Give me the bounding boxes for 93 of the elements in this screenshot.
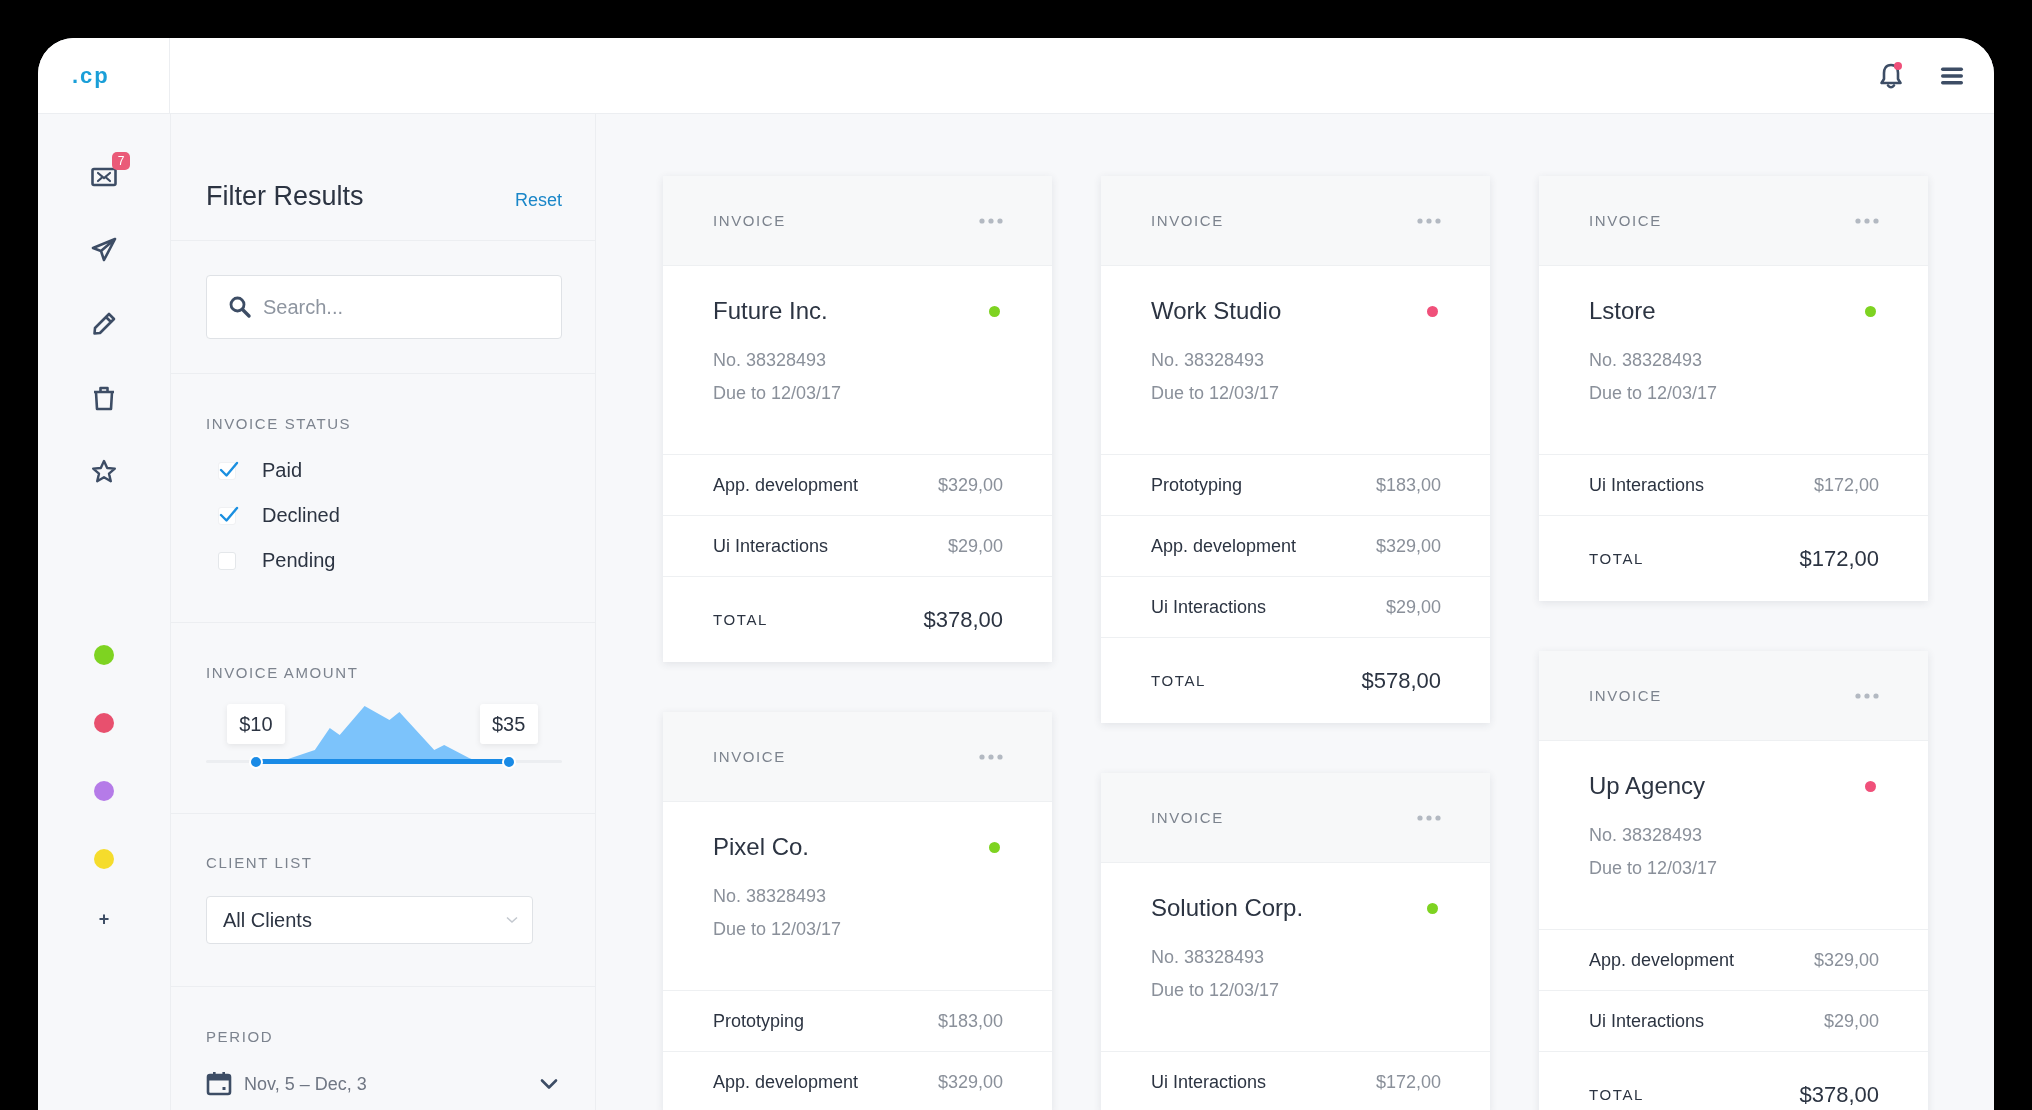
line-amount: $183,00 (937, 1010, 1003, 1032)
client-name: Work Studio (1151, 297, 1282, 325)
card-label: INVOICE (713, 212, 786, 229)
total-amount: $578,00 (1361, 667, 1441, 694)
total-label: TOTAL (1151, 672, 1206, 689)
due-date: Due to 12/03/17 (1589, 857, 1718, 880)
filter-title: Filter Results (206, 180, 364, 213)
line-amount: $329,00 (937, 1071, 1003, 1093)
value-tooltip: $35 (479, 704, 538, 744)
due-date: Due to 12/03/17 (713, 918, 842, 941)
invoice-number: No. 38328493 (1151, 946, 1265, 969)
total-amount: $172,00 (1799, 545, 1879, 572)
checkbox-label[interactable]: Paid (262, 459, 303, 482)
calendar-icon (206, 1071, 232, 1097)
invoice-number: No. 38328493 (1151, 349, 1265, 372)
more-icon[interactable] (1855, 217, 1879, 224)
line-amount: $29,00 (947, 535, 1003, 557)
slider-handle[interactable] (248, 754, 263, 769)
line-item: Ui Interactions (1589, 474, 1705, 496)
line-amount: $329,00 (1813, 949, 1879, 971)
more-icon[interactable] (1417, 814, 1441, 821)
total-label: TOTAL (713, 611, 768, 628)
more-icon[interactable] (1855, 692, 1879, 699)
more-icon[interactable] (979, 217, 1003, 224)
line-item: Ui Interactions (1151, 596, 1267, 618)
line-amount: $29,00 (1385, 596, 1441, 618)
chevron-down-icon[interactable] (540, 1078, 558, 1090)
tag-dot[interactable] (94, 849, 114, 869)
line-amount: $183,00 (1375, 474, 1441, 496)
line-item: Prototyping (1151, 474, 1243, 496)
reset-link[interactable]: Reset (514, 183, 562, 217)
section-label: INVOICE AMOUNT (206, 665, 359, 681)
total-amount: $378,00 (923, 606, 1003, 633)
section-label: INVOICE STATUS (206, 416, 352, 432)
line-amount: $329,00 (937, 474, 1003, 496)
checkbox[interactable] (218, 506, 236, 525)
search-field[interactable]: Search... (206, 275, 562, 339)
client-name: Up Agency (1589, 772, 1706, 800)
card-label: INVOICE (1151, 212, 1224, 229)
slider-handle[interactable] (501, 754, 516, 769)
line-item: App. development (1151, 535, 1297, 557)
checkbox-label[interactable]: Pending (262, 549, 336, 572)
invoice-number: No. 38328493 (713, 349, 827, 372)
total-label: TOTAL (1589, 550, 1644, 567)
menu-icon[interactable] (1940, 65, 1964, 86)
total-amount: $378,00 (1799, 1081, 1879, 1108)
notification-bell-icon[interactable] (1878, 61, 1904, 90)
client-name: Lstore (1589, 297, 1656, 325)
line-item: App. development (1589, 949, 1735, 971)
card-label: INVOICE (1151, 809, 1224, 826)
total-label: TOTAL (1589, 1086, 1644, 1103)
unread-badge: 7 (112, 152, 130, 170)
client-name: Pixel Co. (713, 833, 810, 861)
caret-icon (506, 916, 518, 924)
section-label: PERIOD (206, 1029, 274, 1045)
checkbox-label[interactable]: Declined (262, 504, 340, 527)
client-name: Future Inc. (713, 297, 828, 325)
due-date: Due to 12/03/17 (1151, 382, 1280, 405)
checkbox[interactable] (218, 461, 236, 480)
add-tag-button[interactable]: + (98, 909, 110, 930)
period-value[interactable]: Nov, 5 – Dec, 3 (244, 1073, 528, 1095)
line-item: Ui Interactions (1151, 1071, 1267, 1093)
due-date: Due to 12/03/17 (1151, 979, 1280, 1002)
tag-dot[interactable] (94, 713, 114, 733)
card-label: INVOICE (1589, 687, 1662, 704)
due-date: Due to 12/03/17 (1589, 382, 1718, 405)
line-item: Ui Interactions (713, 535, 829, 557)
line-item: App. development (713, 1071, 859, 1093)
more-icon[interactable] (1417, 217, 1441, 224)
line-amount: $29,00 (1823, 1010, 1879, 1032)
client-name: Solution Corp. (1151, 894, 1304, 922)
due-date: Due to 12/03/17 (713, 382, 842, 405)
line-item: Ui Interactions (1589, 1010, 1705, 1032)
client-dropdown[interactable]: All Clients (206, 896, 533, 944)
card-label: INVOICE (1589, 212, 1662, 229)
invoice-number: No. 38328493 (1589, 349, 1703, 372)
search-icon (228, 295, 252, 319)
line-item: App. development (713, 474, 859, 496)
paper-plane-icon[interactable] (90, 236, 118, 264)
invoice-number: No. 38328493 (713, 885, 827, 908)
line-amount: $329,00 (1375, 535, 1441, 557)
more-icon[interactable] (979, 753, 1003, 760)
line-amount: $172,00 (1375, 1071, 1441, 1093)
invoice-number: No. 38328493 (1589, 824, 1703, 847)
pencil-icon[interactable] (90, 310, 118, 338)
tag-dot[interactable] (94, 645, 114, 665)
section-label: CLIENT LIST (206, 855, 313, 871)
card-label: INVOICE (713, 748, 786, 765)
checkbox[interactable] (218, 551, 236, 570)
line-item: Prototyping (713, 1010, 805, 1032)
tag-dot[interactable] (94, 781, 114, 801)
line-amount: $172,00 (1813, 474, 1879, 496)
value-tooltip: $10 (226, 704, 285, 744)
